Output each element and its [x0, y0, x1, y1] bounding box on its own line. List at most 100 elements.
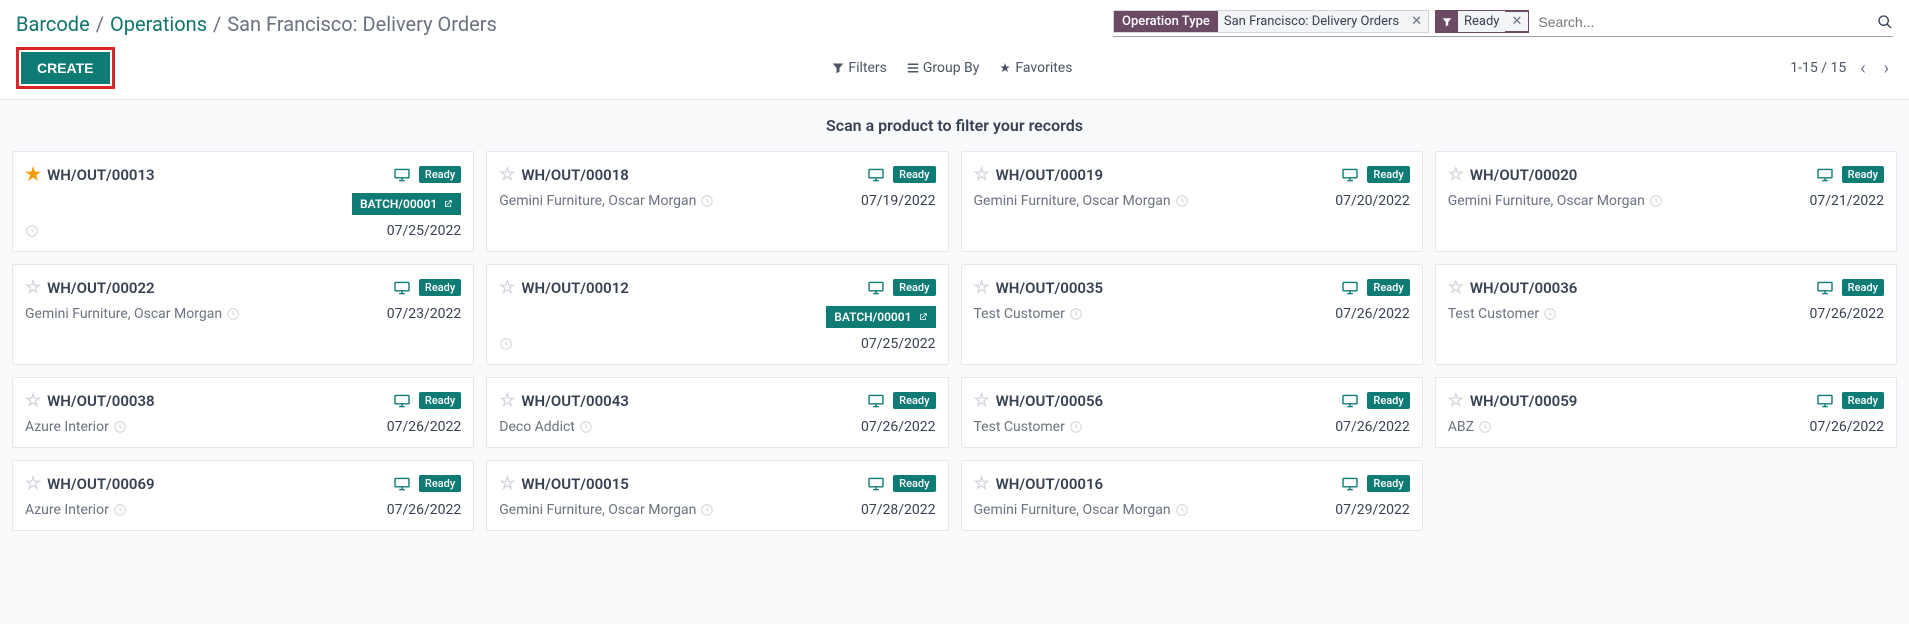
star-icon[interactable]: ☆: [974, 390, 990, 411]
star-icon[interactable]: ☆: [1448, 390, 1464, 411]
star-icon[interactable]: ★: [25, 164, 41, 185]
card-date: 07/26/2022: [1810, 306, 1885, 322]
close-icon[interactable]: ✕: [1505, 12, 1528, 31]
batch-tag[interactable]: BATCH/00001: [826, 306, 935, 328]
filter-ready[interactable]: Ready ✕: [1435, 10, 1529, 33]
filters-button[interactable]: Filters: [832, 60, 887, 76]
star-icon[interactable]: ☆: [499, 473, 515, 494]
star-icon[interactable]: ☆: [974, 277, 990, 298]
breadcrumb-sep: /: [213, 12, 221, 36]
customer-name: Gemini Furniture, Oscar Morgan: [1448, 193, 1645, 209]
kanban-card[interactable]: ☆WH/OUT/00059ReadyABZ07/26/2022: [1435, 377, 1897, 448]
clock-icon: [1175, 503, 1189, 517]
kanban-card[interactable]: ☆ WH/OUT/00018 Ready Gemini Furniture, Osca…: [486, 151, 948, 252]
card-ref: WH/OUT/00059: [1470, 392, 1577, 410]
kanban-card[interactable]: ☆WH/OUT/00022ReadyGemini Furniture, Osca…: [12, 264, 474, 365]
search-input[interactable]: [1535, 11, 1893, 33]
card-date: 07/23/2022: [387, 306, 462, 322]
desktop-icon: [393, 477, 411, 491]
pager-next[interactable]: ›: [1880, 54, 1893, 83]
external-icon: [443, 199, 453, 209]
kanban-card[interactable]: ☆WH/OUT/00069ReadyAzure Interior07/26/20…: [12, 460, 474, 531]
star-icon[interactable]: ☆: [25, 277, 41, 298]
card-ref: WH/OUT/00043: [521, 392, 628, 410]
clock-icon: [1478, 420, 1492, 434]
card-ref: WH/OUT/00056: [996, 392, 1103, 410]
kanban-card[interactable]: ☆WH/OUT/00020ReadyGemini Furniture, Osca…: [1435, 151, 1897, 252]
star-icon[interactable]: ☆: [25, 473, 41, 494]
clock-icon: [1069, 307, 1083, 321]
status-badge: Ready: [1367, 475, 1409, 492]
card-ref: WH/OUT/00036: [1470, 279, 1577, 297]
breadcrumb-operations[interactable]: Operations: [110, 12, 207, 36]
card-date: 07/25/2022: [861, 336, 936, 352]
kanban-card[interactable]: ☆WH/OUT/00036ReadyTest Customer07/26/202…: [1435, 264, 1897, 365]
kanban-card[interactable]: ☆WH/OUT/00012ReadyBATCH/00001 07/25/2022: [486, 264, 948, 365]
clock-icon: [700, 194, 714, 208]
clock-icon: [113, 503, 127, 517]
customer-name: Test Customer: [974, 419, 1065, 435]
pager: 1-15 / 15 ‹ ›: [1790, 54, 1893, 83]
star-icon[interactable]: ☆: [1448, 277, 1464, 298]
card-ref: WH/OUT/00013: [47, 166, 154, 184]
kanban-card[interactable]: ☆WH/OUT/00015ReadyGemini Furniture, Osca…: [486, 460, 948, 531]
customer-name: Azure Interior: [25, 502, 109, 518]
star-icon[interactable]: ☆: [974, 164, 990, 185]
star-icon[interactable]: ☆: [499, 390, 515, 411]
card-date: 07/26/2022: [1335, 419, 1410, 435]
batch-tag[interactable]: BATCH/00001: [352, 193, 461, 215]
star-icon[interactable]: ☆: [499, 164, 515, 185]
status-badge: Ready: [419, 392, 461, 409]
scan-prompt: Scan a product to filter your records: [0, 100, 1909, 151]
card-ref: WH/OUT/00019: [996, 166, 1103, 184]
status-badge: Ready: [893, 279, 935, 296]
star-icon[interactable]: ☆: [974, 473, 990, 494]
clock-icon: [1069, 420, 1083, 434]
card-ref: WH/OUT/00069: [47, 475, 154, 493]
card-date: 07/26/2022: [387, 502, 462, 518]
card-ref: WH/OUT/00018: [521, 166, 628, 184]
create-button[interactable]: CREATE: [21, 52, 110, 84]
card-ref: WH/OUT/00020: [1470, 166, 1577, 184]
card-date: 07/26/2022: [387, 419, 462, 435]
star-icon[interactable]: ☆: [25, 390, 41, 411]
groupby-button[interactable]: Group By: [907, 60, 980, 76]
card-date: 07/26/2022: [861, 419, 936, 435]
desktop-icon: [1341, 168, 1359, 182]
customer-name: Gemini Furniture, Oscar Morgan: [499, 193, 696, 209]
kanban-card[interactable]: ☆WH/OUT/00043ReadyDeco Addict07/26/2022: [486, 377, 948, 448]
clock-icon: [1649, 194, 1663, 208]
desktop-icon: [1816, 168, 1834, 182]
kanban-card[interactable]: ☆WH/OUT/00056ReadyTest Customer07/26/202…: [961, 377, 1423, 448]
status-badge: Ready: [1367, 166, 1409, 183]
kanban-card[interactable]: ☆WH/OUT/00019ReadyGemini Furniture, Osca…: [961, 151, 1423, 252]
star-icon[interactable]: ☆: [1448, 164, 1464, 185]
search-icon[interactable]: [1877, 11, 1893, 32]
filter-operation-type[interactable]: Operation Type San Francisco: Delivery O…: [1113, 10, 1429, 33]
status-badge: Ready: [893, 166, 935, 183]
card-date: 07/19/2022: [861, 193, 936, 209]
filter-icon: [1436, 11, 1458, 32]
kanban-card[interactable]: ☆WH/OUT/00038ReadyAzure Interior07/26/20…: [12, 377, 474, 448]
breadcrumb: Barcode / Operations / San Francisco: De…: [16, 12, 497, 36]
favorites-button[interactable]: Favorites: [999, 60, 1072, 76]
tag-value: San Francisco: Delivery Orders: [1218, 11, 1405, 32]
kanban-card[interactable]: ★WH/OUT/00013ReadyBATCH/00001 07/25/2022: [12, 151, 474, 252]
card-date: 07/20/2022: [1335, 193, 1410, 209]
close-icon[interactable]: ✕: [1405, 12, 1428, 31]
clock-icon: [579, 420, 593, 434]
desktop-icon: [1341, 394, 1359, 408]
list-icon: [907, 62, 919, 74]
filters-label: Filters: [848, 60, 887, 76]
star-icon[interactable]: ☆: [499, 277, 515, 298]
card-ref: WH/OUT/00015: [521, 475, 628, 493]
filter-icon: [832, 62, 844, 74]
kanban-card[interactable]: ☆WH/OUT/00035ReadyTest Customer07/26/202…: [961, 264, 1423, 365]
status-badge: Ready: [1842, 279, 1884, 296]
favorites-label: Favorites: [1015, 60, 1072, 76]
breadcrumb-barcode[interactable]: Barcode: [16, 12, 90, 36]
status-badge: Ready: [419, 166, 461, 183]
pager-prev[interactable]: ‹: [1856, 54, 1869, 83]
status-badge: Ready: [893, 392, 935, 409]
kanban-card[interactable]: ☆WH/OUT/00016ReadyGemini Furniture, Osca…: [961, 460, 1423, 531]
